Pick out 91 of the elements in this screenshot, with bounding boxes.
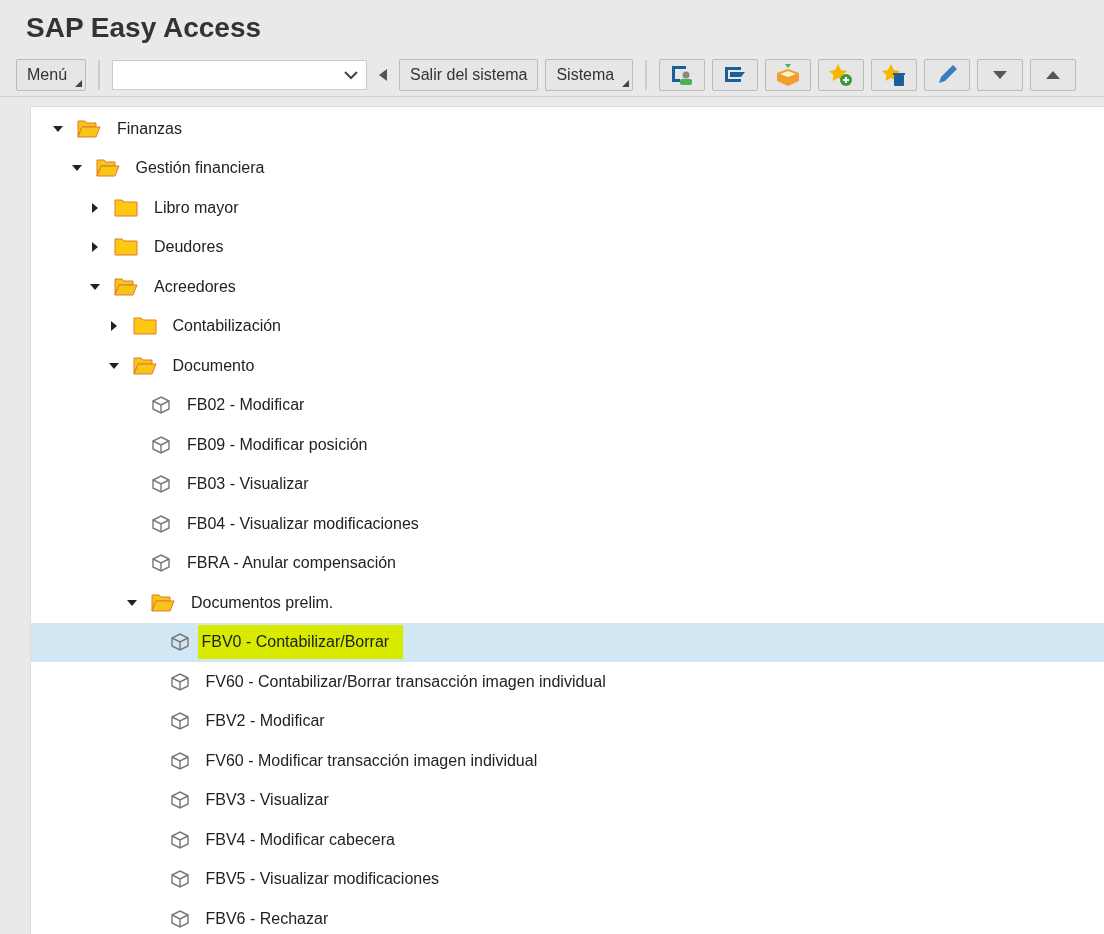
cube-icon bbox=[169, 711, 190, 732]
tree-item[interactable]: FBV2 - Modificar bbox=[31, 701, 1104, 741]
tree-item[interactable]: Contabilización bbox=[31, 306, 1104, 346]
folder-icon bbox=[114, 238, 138, 257]
tree-item-label: FBV6 - Rechazar bbox=[204, 908, 330, 929]
window-title: SAP Easy Access bbox=[25, 11, 263, 45]
form-icon bbox=[723, 65, 748, 85]
tree-item-label: FB04 - Visualizar modificaciones bbox=[186, 513, 420, 534]
tree-item[interactable]: FBV0 - Contabilizar/Borrar bbox=[31, 622, 1104, 662]
tree-item[interactable]: FV60 - Contabilizar/Borrar transacción imagen individual bbox=[31, 662, 1104, 702]
cube-icon bbox=[169, 632, 190, 653]
folder-icon bbox=[132, 317, 157, 336]
tree-item[interactable]: FBV6 - Rechazar bbox=[31, 899, 1104, 934]
toolbar-button[interactable] bbox=[1030, 59, 1077, 91]
tree-item-label: Acreedores bbox=[153, 276, 237, 297]
tree-item[interactable]: Libro mayor bbox=[31, 188, 1104, 228]
system-menu-button[interactable]: Sistema bbox=[545, 59, 634, 91]
cube-icon bbox=[169, 829, 190, 850]
tree-item-label: FBV5 - Visualizar modificaciones bbox=[204, 869, 441, 890]
tree-item[interactable]: FB02 - Modificar bbox=[31, 385, 1104, 425]
toolbar-button[interactable] bbox=[712, 59, 759, 91]
tree-item[interactable]: Acreedores bbox=[31, 267, 1104, 307]
exit-button[interactable]: Salir del sistema bbox=[399, 59, 539, 91]
open-folder-icon bbox=[77, 119, 101, 138]
toolbar-button[interactable] bbox=[977, 59, 1024, 91]
tree-item[interactable]: FB09 - Modificar posición bbox=[31, 425, 1104, 465]
command-field[interactable] bbox=[112, 60, 368, 90]
star-add-icon bbox=[828, 63, 855, 87]
box-icon bbox=[775, 63, 802, 87]
tree-item-label: FBV2 - Modificar bbox=[204, 711, 326, 732]
tree-item[interactable]: Deudores bbox=[31, 227, 1104, 267]
tree-item-label: FV60 - Modificar transacción imagen individual bbox=[204, 750, 539, 771]
expand-arrow-icon[interactable] bbox=[53, 123, 63, 134]
tree-item[interactable]: Gestión financiera bbox=[31, 148, 1104, 188]
tree-item-label: Finanzas bbox=[116, 118, 183, 139]
toolbar-button[interactable] bbox=[818, 59, 865, 91]
tree-item[interactable]: FBRA - Anular compensación bbox=[31, 543, 1104, 583]
tree-item-label: Documentos prelim. bbox=[190, 592, 335, 613]
tree-item[interactable]: Documentos prelim. bbox=[31, 583, 1104, 623]
tree-item-label: Deudores bbox=[153, 237, 225, 258]
tree-item-label: FB02 - Modificar bbox=[186, 395, 306, 416]
collapse-arrow-icon[interactable] bbox=[90, 242, 100, 253]
expand-arrow-icon[interactable] bbox=[108, 360, 119, 371]
tree-item-label: FBV0 - Contabilizar/Borrar bbox=[197, 625, 404, 660]
open-folder-icon bbox=[151, 593, 175, 612]
tree-item[interactable]: FV60 - Modificar transacción imagen individual bbox=[31, 741, 1104, 781]
cube-icon bbox=[151, 553, 171, 574]
tree-item[interactable]: FBV5 - Visualizar modificaciones bbox=[31, 859, 1104, 899]
cube-icon bbox=[169, 750, 190, 771]
tree-item[interactable]: Finanzas bbox=[31, 109, 1104, 149]
toolbar-button[interactable] bbox=[871, 59, 918, 91]
folder-icon bbox=[114, 198, 138, 217]
tree-item-label: FBV4 - Modificar cabecera bbox=[204, 829, 396, 850]
tree-item[interactable]: FBV4 - Modificar cabecera bbox=[31, 820, 1104, 860]
toolbar-button[interactable] bbox=[924, 59, 971, 91]
tree-item-label: Gestión financiera bbox=[134, 158, 266, 179]
star-delete-icon bbox=[881, 63, 908, 87]
caret-left-icon[interactable] bbox=[379, 69, 388, 81]
open-folder-icon bbox=[95, 159, 120, 178]
tree-item-label: Libro mayor bbox=[153, 197, 240, 218]
tree-item-label: FBRA - Anular compensación bbox=[186, 553, 397, 574]
caret-up-icon bbox=[1046, 71, 1061, 79]
cube-icon bbox=[169, 671, 190, 692]
cube-icon bbox=[151, 395, 171, 416]
menu-button[interactable]: Menú bbox=[16, 59, 87, 91]
tree-item[interactable]: FB04 - Visualizar modificaciones bbox=[31, 504, 1104, 544]
tree-item-label: FBV3 - Visualizar bbox=[204, 790, 330, 811]
tree-item[interactable]: FBV3 - Visualizar bbox=[31, 780, 1104, 820]
tree-item[interactable]: Documento bbox=[31, 346, 1104, 386]
tree-item-label: Documento bbox=[171, 355, 256, 376]
open-folder-icon bbox=[132, 356, 157, 375]
tree-item-label: FV60 - Contabilizar/Borrar transacción imagen individual bbox=[204, 671, 607, 692]
tree-item-label: FB03 - Visualizar bbox=[186, 474, 310, 495]
tree-item[interactable]: FB03 - Visualizar bbox=[31, 464, 1104, 504]
expand-arrow-icon[interactable] bbox=[127, 597, 137, 608]
user-screen-icon bbox=[670, 64, 695, 86]
chevron-down-icon bbox=[344, 70, 359, 80]
cube-icon bbox=[169, 908, 190, 929]
cube-icon bbox=[169, 790, 190, 811]
cube-icon bbox=[151, 434, 171, 455]
collapse-arrow-icon[interactable] bbox=[108, 321, 119, 332]
cube-icon bbox=[151, 474, 171, 495]
cube-icon bbox=[169, 869, 190, 890]
tree-item-label: Contabilización bbox=[171, 316, 282, 337]
caret-down-icon bbox=[993, 71, 1008, 79]
expand-arrow-icon[interactable] bbox=[90, 281, 100, 292]
cube-icon bbox=[151, 513, 171, 534]
toolbar-button[interactable] bbox=[659, 59, 706, 91]
open-folder-icon bbox=[114, 277, 138, 296]
collapse-arrow-icon[interactable] bbox=[90, 202, 100, 213]
tree-item-label: FB09 - Modificar posición bbox=[186, 434, 369, 455]
